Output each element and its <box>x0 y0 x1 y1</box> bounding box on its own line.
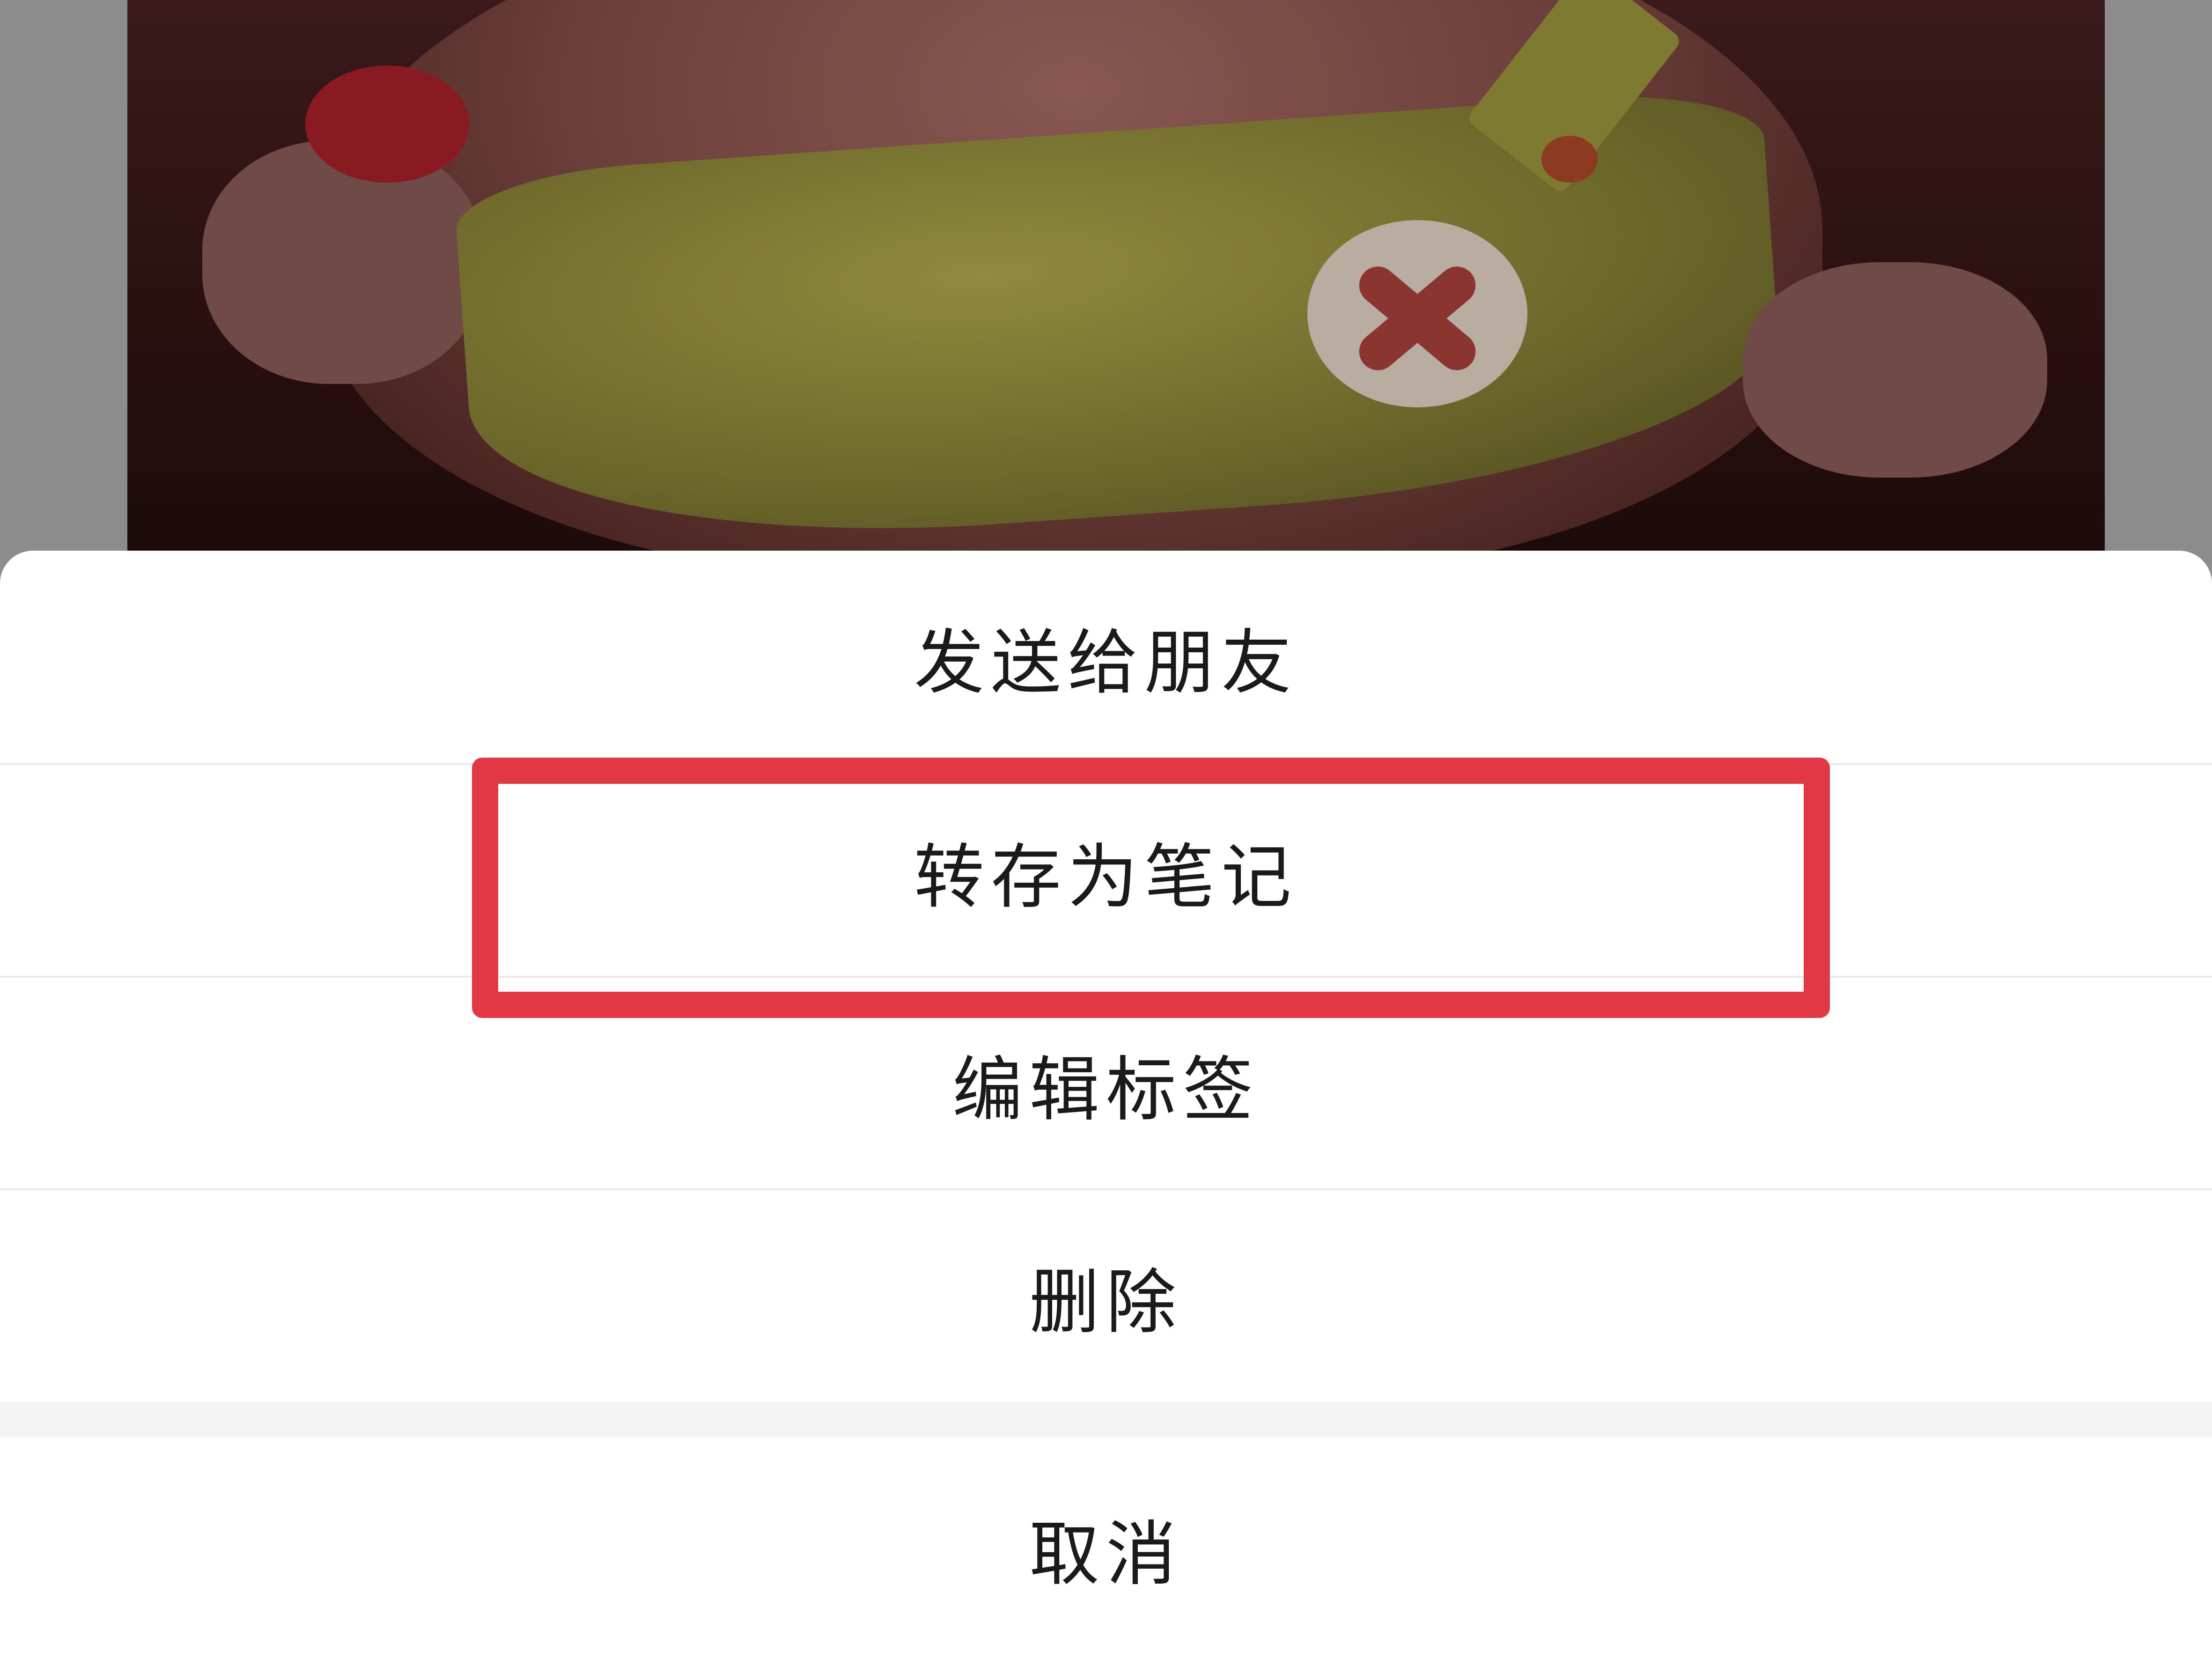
section-gap <box>0 1402 2212 1438</box>
save-as-note-button[interactable]: 转存为笔记 <box>0 765 2212 977</box>
cancel-button[interactable]: 取消 <box>0 1438 2212 1659</box>
send-to-friend-button[interactable]: 发送给朋友 <box>0 551 2212 762</box>
photo-badge <box>1307 220 1527 407</box>
edit-tags-button[interactable]: 编辑标签 <box>0 978 2212 1189</box>
photo-hand-left <box>202 140 483 384</box>
photo-hand-right <box>1743 262 2047 478</box>
delete-button[interactable]: 删除 <box>0 1190 2212 1402</box>
photo-button <box>1541 136 1598 183</box>
background-photo <box>127 0 2105 562</box>
action-sheet: 发送给朋友 转存为笔记 编辑标签 删除 取消 <box>0 551 2212 1659</box>
photo-lollipop <box>305 66 469 183</box>
